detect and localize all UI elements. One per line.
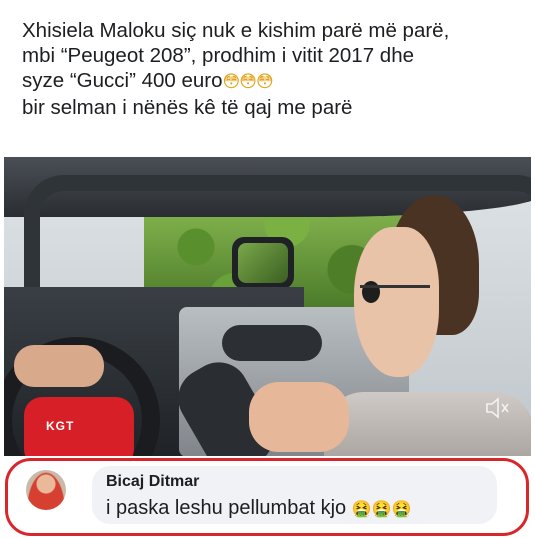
side-mirror-glass — [238, 243, 288, 283]
avatar[interactable] — [26, 470, 66, 510]
microphone-brand-label: KGT — [46, 419, 75, 433]
post-line-3-text: syze “Gucci” 400 euro — [22, 69, 223, 92]
red-microphone — [24, 397, 134, 456]
driver-hand — [14, 345, 104, 387]
speaker-muted-icon-svg — [486, 397, 509, 419]
post-line-2: mbi “Peugeot 208”, prodhim i vitit 2017 … — [22, 44, 415, 67]
reporter-hand — [249, 382, 349, 452]
post-line-3: syze “Gucci” 400 euro😳😳😳 — [22, 68, 527, 95]
comment-author[interactable]: Bicaj Ditmar — [106, 473, 199, 491]
sunglasses-frame — [360, 285, 430, 302]
vomiting-face-emojis: 🤮🤮🤮 — [351, 499, 412, 518]
speaker-muted-icon[interactable] — [482, 397, 514, 421]
flushed-face-emojis: 😳😳😳 — [222, 72, 274, 92]
post-line-1: Xhisiela Maloku siç nuk e kishim parë më… — [22, 19, 450, 42]
comment-text-body: i paska leshu pellumbat kjo — [106, 497, 347, 519]
post-line-4: bir selman i nënës kê të qaj me parë — [22, 96, 353, 119]
video-player[interactable]: KGT — [4, 157, 531, 456]
post-text: Xhisiela Maloku siç nuk e kishim parë më… — [22, 18, 527, 120]
comment-text: i paska leshu pellumbat kjo 🤮🤮🤮 — [106, 497, 411, 520]
door-handle — [222, 325, 322, 361]
